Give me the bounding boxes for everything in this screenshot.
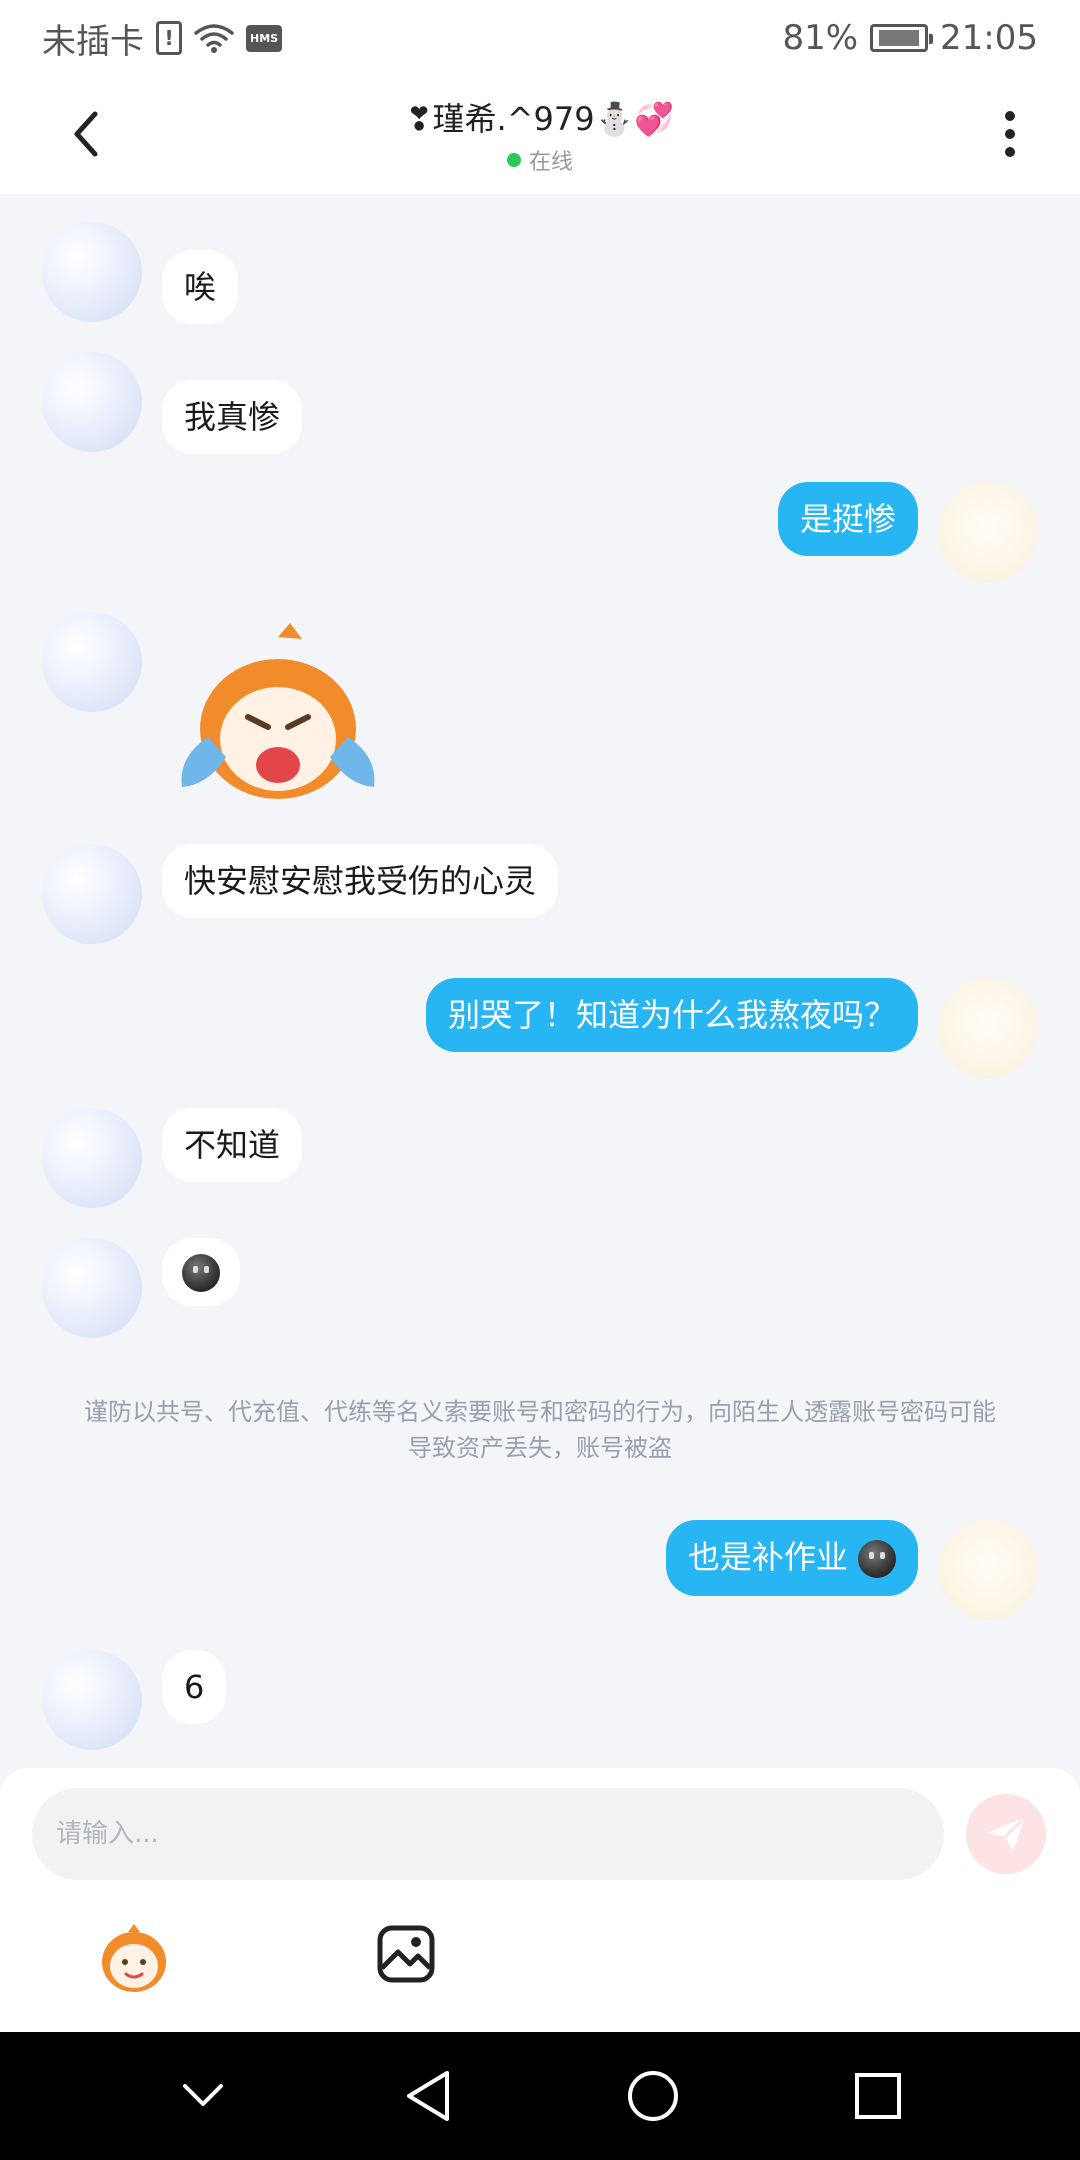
clock: 21:05 — [940, 18, 1038, 58]
message-text: 也是补作业 — [687, 1538, 848, 1576]
wifi-icon — [194, 24, 234, 53]
online-status: 在线 — [406, 144, 675, 176]
message-row — [42, 612, 414, 817]
message-bubble[interactable]: 是挺惨 — [777, 482, 918, 556]
battery-icon — [870, 24, 934, 52]
more-vertical-icon — [1005, 111, 1015, 157]
message-bubble[interactable]: 不知道 — [162, 1108, 303, 1182]
more-button[interactable] — [980, 104, 1040, 164]
back-triangle-icon — [406, 2071, 449, 2121]
nav-back-button[interactable] — [393, 2061, 463, 2131]
security-notice: 谨防以共号、代充值、代练等名义索要账号和密码的行为，向陌生人透露账号密码可能导致… — [84, 1398, 996, 1462]
image-icon[interactable] — [376, 1924, 436, 1984]
chevron-left-icon — [74, 111, 98, 157]
peer-avatar[interactable] — [42, 844, 142, 944]
nav-recents-button[interactable] — [843, 2061, 913, 2131]
message-row: 快安慰安慰我受伤的心灵 — [42, 844, 578, 944]
peer-avatar[interactable] — [42, 1650, 142, 1750]
peer-avatar[interactable] — [42, 612, 142, 712]
chat-title: ❣瑾希.^979⛄💞 — [405, 100, 675, 138]
message-row: 6 — [42, 1650, 246, 1750]
peer-avatar[interactable] — [42, 1238, 142, 1338]
sticker-icon[interactable] — [96, 1920, 172, 1996]
chat-header: ❣瑾希.^979⛄💞 在线 — [0, 76, 1080, 194]
title-wrap: ❣瑾希.^979⛄💞 在线 — [406, 94, 675, 176]
peer-avatar[interactable] — [42, 352, 142, 452]
battery-percent: 81% — [782, 18, 859, 58]
message-row: 是挺惨 — [758, 482, 1038, 582]
dark-smiley-icon — [858, 1540, 896, 1578]
message-row: 也是补作业 — [646, 1520, 1038, 1620]
peer-avatar[interactable] — [42, 222, 142, 322]
home-circle-icon — [627, 2071, 678, 2121]
message-row: 我真惨 — [42, 352, 322, 454]
nav-hide-button[interactable] — [168, 2061, 238, 2131]
online-label: 在线 — [528, 150, 573, 175]
message-row — [42, 1238, 260, 1338]
nav-home-button[interactable] — [618, 2061, 688, 2131]
chevron-down-icon — [182, 2084, 223, 2106]
message-bubble[interactable]: 别哭了！知道为什么我熬夜吗？ — [425, 978, 918, 1052]
send-icon — [987, 1815, 1027, 1851]
status-left: 未插卡 ! HMS — [42, 14, 283, 63]
status-right: 81% 21:05 — [782, 18, 1038, 58]
crying-mascot-sticker[interactable] — [168, 617, 388, 817]
message-row: 唉 — [42, 222, 258, 324]
emoji-bubble[interactable] — [162, 1238, 240, 1306]
sim-alert-icon: ! — [156, 21, 182, 55]
status-bar: 未插卡 ! HMS 81% 21:05 — [0, 0, 1080, 76]
system-nav-bar — [0, 2032, 1080, 2160]
message-list[interactable]: 唉 我真惨 是挺惨 快安慰安慰我受伤的心灵 别哭了！知道为什么我熬夜吗？ 不知道… — [0, 194, 1080, 1768]
self-avatar[interactable] — [938, 978, 1038, 1078]
message-row: 别哭了！知道为什么我熬夜吗？ — [406, 978, 1038, 1078]
message-bubble[interactable]: 我真惨 — [162, 380, 303, 454]
message-bubble[interactable]: 也是补作业 — [665, 1520, 918, 1596]
dark-smiley-icon — [182, 1254, 220, 1292]
message-input[interactable] — [32, 1788, 944, 1880]
peer-avatar[interactable] — [42, 1108, 142, 1208]
message-bubble[interactable]: 快安慰安慰我受伤的心灵 — [162, 844, 559, 918]
online-dot — [506, 153, 521, 167]
recents-square-icon — [854, 2073, 901, 2119]
input-panel — [0, 1768, 1080, 2032]
self-avatar[interactable] — [938, 482, 1038, 582]
carrier-text: 未插卡 — [42, 21, 144, 62]
send-button[interactable] — [966, 1794, 1046, 1874]
self-avatar[interactable] — [938, 1520, 1038, 1620]
message-bubble[interactable]: 唉 — [162, 250, 239, 324]
hms-badge: HMS — [246, 24, 283, 52]
back-button[interactable] — [56, 104, 116, 164]
message-bubble[interactable]: 6 — [162, 1650, 227, 1724]
message-row: 不知道 — [42, 1108, 322, 1208]
